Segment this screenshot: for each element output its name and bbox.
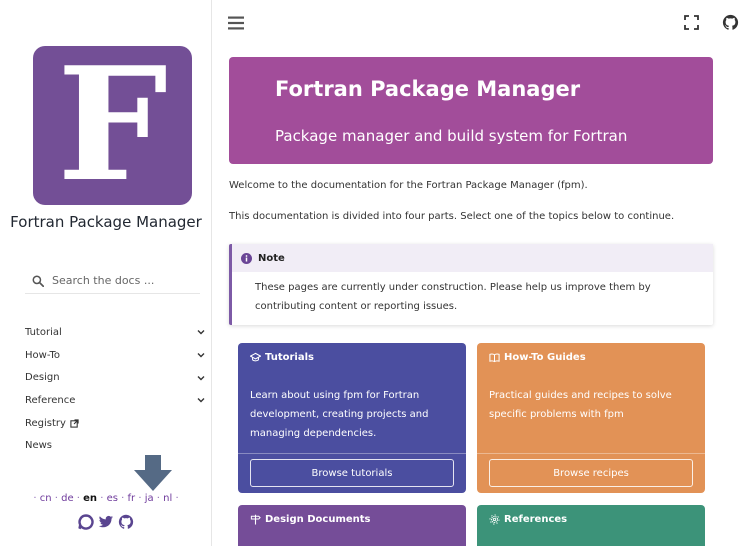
logo-letter: F: [57, 46, 168, 205]
hero-subtitle: Package manager and build system for For…: [275, 127, 628, 145]
lang-link-es[interactable]: es: [107, 493, 118, 504]
card-description: Practical guides and recipes to solve sp…: [489, 390, 672, 420]
card-description: Learn about using fpm for Fortran develo…: [250, 390, 429, 439]
card-title: References: [489, 514, 567, 525]
graduation-cap-icon: [250, 352, 261, 362]
sidebar-item-how-to[interactable]: How-To: [25, 344, 211, 367]
sidebar-item-label: Registry: [25, 417, 66, 429]
arrow-down-icon: [134, 455, 172, 491]
info-icon: [241, 252, 252, 264]
sidebar-item-reference[interactable]: Reference: [25, 389, 211, 412]
search-icon: [32, 275, 44, 287]
sidebar-item-tutorial[interactable]: Tutorial: [25, 321, 211, 344]
chevron-down-icon[interactable]: [196, 350, 206, 360]
social-links: [0, 514, 212, 530]
card-design-documents: Design Documents: [238, 505, 466, 546]
github-icon[interactable]: [118, 514, 134, 530]
project-name[interactable]: Fortran Package Manager: [0, 213, 212, 231]
hamburger-menu-icon[interactable]: [228, 16, 244, 30]
sidebar-item-label-wrap: Registry: [25, 418, 79, 429]
fullscreen-icon[interactable]: [684, 15, 699, 30]
card-title-text: Tutorials: [265, 352, 314, 363]
fpm-logo[interactable]: F: [33, 46, 192, 205]
intro-paragraph: This documentation is divided into four …: [229, 211, 675, 222]
search-input[interactable]: [52, 274, 192, 287]
browse-tutorials-button[interactable]: Browse tutorials: [250, 459, 454, 487]
card-references: References: [477, 505, 705, 546]
chevron-down-icon[interactable]: [196, 373, 206, 383]
card-title-text: References: [504, 514, 568, 525]
github-icon[interactable]: [722, 14, 739, 31]
sidebar-nav: Tutorial How-To Design Reference Registr…: [25, 321, 211, 457]
sidebar-item-label: Reference: [25, 394, 76, 406]
card-title: How-To Guides: [489, 352, 586, 363]
card-divider: [238, 453, 466, 454]
language-switcher: · cn · de · en · es · fr · ja · nl ·: [33, 493, 179, 504]
external-link-icon: [70, 418, 79, 428]
lang-link-de[interactable]: de: [61, 493, 74, 504]
card-title: Tutorials: [250, 352, 314, 363]
sidebar-item-design[interactable]: Design: [25, 366, 211, 389]
book-open-icon: [489, 353, 500, 363]
sidebar-item-label: News: [25, 440, 53, 452]
card-title-text: How-To Guides: [504, 352, 586, 363]
chevron-down-icon[interactable]: [196, 327, 206, 337]
lang-link-cn[interactable]: cn: [40, 493, 52, 504]
note-admonition: Note These pages are currently under con…: [229, 244, 713, 325]
lang-link-nl[interactable]: nl: [163, 493, 172, 504]
card-title-text: Design Documents: [265, 514, 371, 525]
discourse-icon[interactable]: [78, 514, 94, 530]
chevron-down-icon[interactable]: [196, 395, 206, 405]
note-title: Note: [258, 252, 285, 264]
card-how-to-guides: How-To Guides Practical guides and recip…: [477, 343, 705, 493]
sidebar-item-label: Tutorial: [25, 326, 62, 338]
lang-current-en: en: [83, 493, 98, 504]
search-box[interactable]: [25, 268, 200, 294]
gear-icon: [489, 514, 500, 525]
hero-title: Fortran Package Manager: [275, 77, 581, 101]
signpost-icon: [250, 514, 261, 525]
sidebar-item-registry[interactable]: Registry: [25, 412, 211, 435]
intro-paragraph: Welcome to the documentation for the For…: [229, 180, 588, 191]
note-body: These pages are currently under construc…: [255, 282, 651, 312]
hero-banner: Fortran Package Manager Package manager …: [229, 57, 713, 164]
sidebar-item-news[interactable]: News: [25, 434, 211, 457]
sidebar-item-label: How-To: [25, 349, 61, 361]
lang-link-fr[interactable]: fr: [128, 493, 136, 504]
sidebar: F Fortran Package Manager Tutorial How-T…: [0, 0, 212, 546]
browse-recipes-button[interactable]: Browse recipes: [489, 459, 693, 487]
twitter-icon[interactable]: [98, 514, 114, 530]
card-divider: [477, 453, 705, 454]
note-header: Note: [232, 244, 713, 272]
card-title: Design Documents: [250, 514, 371, 525]
card-tutorials: Tutorials Learn about using fpm for Fort…: [238, 343, 466, 493]
sidebar-item-label: Design: [25, 372, 60, 384]
lang-link-ja[interactable]: ja: [145, 493, 154, 504]
